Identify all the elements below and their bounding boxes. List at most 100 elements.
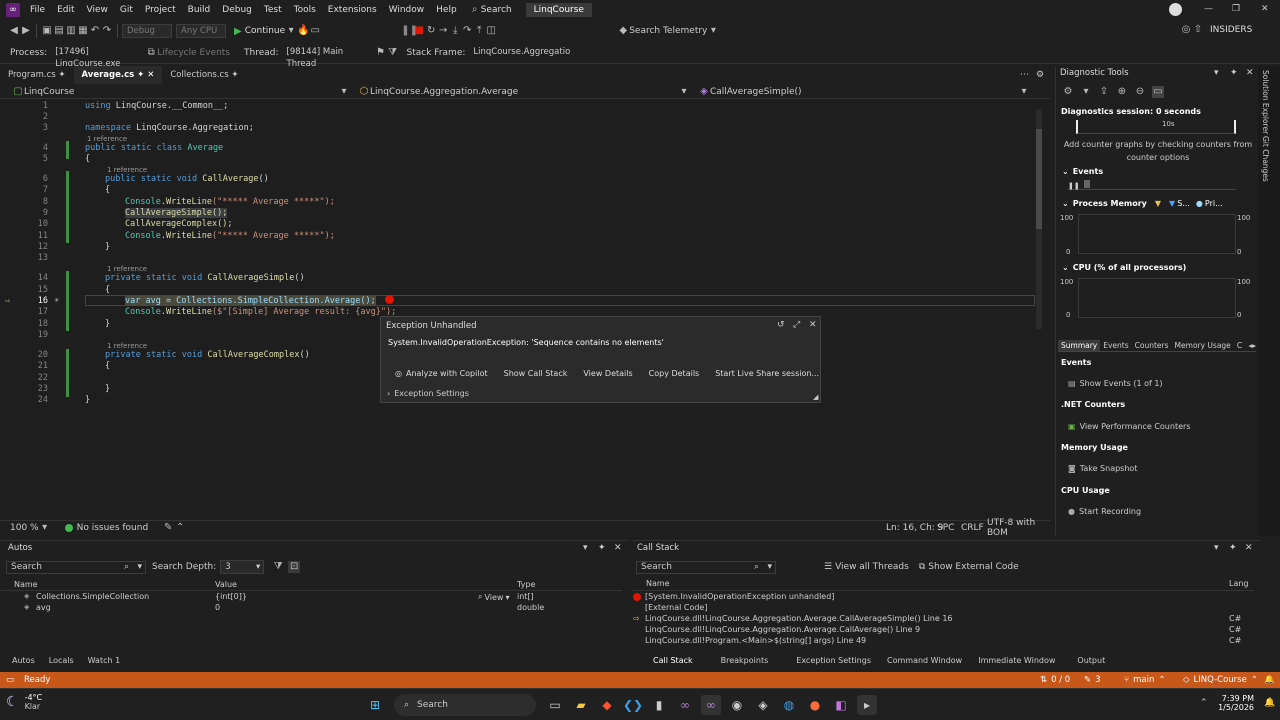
reference-count[interactable]: 1 reference [107,265,147,273]
export-icon[interactable]: ⇪ [1098,86,1110,98]
branch-selector[interactable]: ⑂ main ⌃ [1124,675,1165,685]
take-snapshot-link[interactable]: ◙ Take Snapshot [1068,464,1137,473]
edge-icon[interactable]: ◍ [779,695,799,715]
notification-icon[interactable]: ▭ [6,675,14,685]
search-telemetry-button[interactable]: ◆ Search Telemetry ▾ [617,25,719,37]
menu-test[interactable]: Test [258,5,288,15]
table-row[interactable]: ◈ Collections.SimpleCollection {int[0]} … [0,592,622,603]
app-icon[interactable]: ◈ [753,695,773,715]
variable-value[interactable]: 0 [215,603,220,612]
forward-icon[interactable]: ▶ [20,25,32,37]
vertical-scrollbar[interactable] [1036,109,1042,329]
menu-tools[interactable]: Tools [288,5,322,15]
tab-git-changes[interactable]: Git Changes [1261,132,1270,186]
table-row[interactable]: [External Code] [632,603,1252,614]
member-nav-select[interactable]: ◈ CallAverageSimple() ▾ [690,86,1030,98]
tab-collections-cs[interactable]: Collections.cs ✦ [162,66,246,84]
process-select[interactable]: [17496] LinqCourse.exe [51,46,141,69]
table-row[interactable]: LinqCourse.dll!Program.<Main>$(string[] … [632,636,1252,647]
new-project-icon[interactable]: ▣ [41,25,53,37]
attach-icon[interactable]: ▭ [309,25,321,37]
repository-selector[interactable]: ◇ LINQ-Course ⌃ [1183,675,1258,685]
restart-icon[interactable]: ↻ [425,25,437,37]
view-button[interactable]: ⌕ View ▾ [478,592,509,602]
thread-select[interactable]: [98144] Main Thread [283,46,375,69]
reference-count[interactable]: 1 reference [87,135,127,143]
search-menu[interactable]: ⌕ Search [463,4,518,16]
insiders-badge[interactable]: ◎ ⇧ INSIDERS [1180,24,1253,36]
menu-project[interactable]: Project [139,5,182,15]
undo-icon[interactable]: ↶ [89,25,101,37]
redo-icon[interactable]: ↷ [101,25,113,37]
pin-icon[interactable]: ✦ [598,543,606,553]
zoom-out-icon[interactable]: ⊖ [1134,86,1146,98]
view-all-threads-button[interactable]: ☰ View all Threads [824,562,909,572]
visual-studio-icon[interactable]: ∞ [675,695,695,715]
open-icon[interactable]: ▤ [53,25,65,37]
chevron-down-icon[interactable]: ▾ [583,543,588,553]
search-input[interactable]: Search ⌕ ▾ [636,560,776,574]
search-depth-select[interactable]: 3 ▾ [220,560,265,574]
line-endings[interactable]: CRLF [961,523,984,533]
commits-indicator[interactable]: ✎ 3 [1084,675,1101,685]
whitespace-mode[interactable]: SPC [937,523,954,533]
pop-out-icon[interactable]: ⤢ [793,320,800,330]
search-input[interactable]: Search ⌕ ▾ [6,560,146,574]
menu-extensions[interactable]: Extensions [322,5,383,15]
step-into-icon[interactable]: ⤓ [449,25,461,37]
cursor-position[interactable]: Ln: 16, Ch: 9 [886,523,943,533]
platform-select[interactable]: Any CPU [176,24,226,38]
reference-count[interactable]: 1 reference [107,342,147,350]
tab-list-icon[interactable]: ⋯ [1020,70,1029,80]
column-type[interactable]: Type [517,580,535,589]
brush-icon[interactable]: ✎ [162,522,174,534]
menu-view[interactable]: View [81,5,114,15]
visual-studio-insiders-icon[interactable]: ∞ [701,695,721,715]
column-name[interactable]: Name [646,579,670,588]
column-value[interactable]: Value [215,580,237,589]
clock[interactable]: 7:39 PM 1/5/2026 [1204,694,1254,712]
settings-icon[interactable]: ⚙ [1036,70,1044,80]
step-out-icon[interactable]: ⤒ [473,25,485,37]
table-row[interactable]: [System.InvalidOperationException unhand… [632,592,1252,603]
postman-icon[interactable]: ● [805,695,825,715]
pin-icon[interactable]: ✦ [58,70,65,80]
view-perf-counters-link[interactable]: ▣ View Performance Counters [1068,422,1190,431]
code-editor[interactable]: 1 2 3 4 5 6 7 8 9 10 11 12 13 14 15 16 1… [0,99,1050,519]
tab-command-window[interactable]: Command Window [887,656,962,665]
reset-zoom-icon[interactable]: ▭ [1152,86,1164,98]
close-icon[interactable]: ✕ [1246,68,1254,78]
start-recording-link[interactable]: ● Start Recording [1068,507,1141,516]
tab-watch-1[interactable]: Watch 1 [88,656,121,665]
tab-output[interactable]: Output [1077,656,1105,665]
weather-widget[interactable]: ☾ -4°C Klar [6,693,42,711]
back-icon[interactable]: ◀ [8,25,20,37]
tab-locals[interactable]: Locals [49,656,74,665]
show-external-code-button[interactable]: ⧉ Show External Code [919,562,1019,572]
table-row[interactable]: LinqCourse.dll!LinqCourse.Aggregation.Av… [632,625,1252,636]
tab-cpu[interactable]: C [1234,340,1245,351]
windows-start-icon[interactable]: ⊞ [365,695,385,715]
issues-indicator[interactable]: No issues found [64,523,148,533]
zoom-in-icon[interactable]: ⊕ [1116,86,1128,98]
history-icon[interactable]: ↺ [777,320,785,330]
close-icon[interactable]: ✕ [1245,543,1253,553]
gear-icon[interactable]: ⚙ [1062,86,1074,98]
reference-count[interactable]: 1 reference [107,166,147,174]
table-row[interactable]: ◈ avg 0 double [0,603,622,614]
close-icon[interactable]: ✕ [147,70,154,80]
taskbar-search[interactable]: ⌕ Search [394,694,536,716]
menu-edit[interactable]: Edit [51,5,80,15]
variable-value[interactable]: {int[0]} [215,592,247,601]
task-view-icon[interactable]: ▭ [545,695,565,715]
github-desktop-icon[interactable]: ◉ [727,695,747,715]
column-language[interactable]: Lang [1229,579,1249,588]
brave-browser-icon[interactable]: ◆ [597,695,617,715]
minimize-button[interactable]: — [1204,4,1213,14]
stop-icon[interactable]: ■ [413,25,425,37]
save-icon[interactable]: ▥ [65,25,77,37]
process-memory-section[interactable]: ⌄ Process Memory ▼ ▼ S... ● Pri... [1062,199,1223,208]
tab-program-cs[interactable]: Program.cs ✦ [0,66,74,84]
sync-indicator[interactable]: ⇅ 0 / 0 [1040,675,1070,685]
tab-immediate-window[interactable]: Immediate Window [978,656,1055,665]
